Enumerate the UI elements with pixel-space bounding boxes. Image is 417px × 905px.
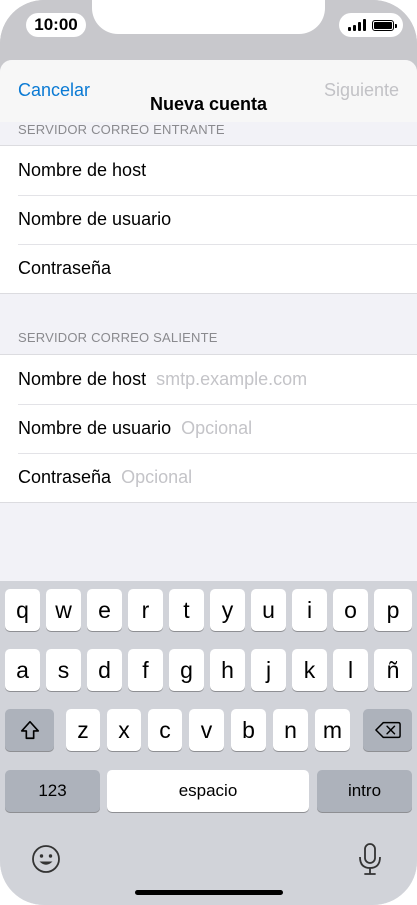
key-u[interactable]: u	[251, 589, 286, 631]
key-e[interactable]: e	[87, 589, 122, 631]
shift-key[interactable]	[5, 709, 54, 751]
key-h[interactable]: h	[210, 649, 245, 691]
key-c[interactable]: c	[148, 709, 182, 751]
key-o[interactable]: o	[333, 589, 368, 631]
shift-icon	[20, 720, 39, 740]
status-icons	[339, 13, 403, 37]
emoji-icon	[32, 845, 60, 873]
dictation-button[interactable]	[356, 841, 384, 882]
key-n[interactable]: n	[273, 709, 308, 751]
key-i[interactable]: i	[292, 589, 327, 631]
key-l[interactable]: l	[333, 649, 368, 691]
outgoing-host-field[interactable]: Nombre de host smtp.example.com	[0, 355, 417, 404]
key-v[interactable]: v	[189, 709, 224, 751]
host-placeholder: smtp.example.com	[156, 369, 308, 389]
outgoing-server-group: Nombre de host smtp.example.com Nombre d…	[0, 354, 417, 503]
key-a[interactable]: a	[5, 649, 40, 691]
status-time: 10:00	[26, 13, 86, 37]
phone-screen: 10:00 Cancelar Nueva cuenta Siguiente SE…	[0, 0, 417, 905]
field-label: Nombre de host	[18, 369, 147, 389]
field-label: Contraseña	[18, 258, 112, 278]
delete-icon	[374, 721, 401, 739]
key-y[interactable]: y	[210, 589, 245, 631]
key-q[interactable]: q	[5, 589, 40, 631]
key-m[interactable]: m	[315, 709, 350, 751]
keyboard: q w e r t y u i o p a s d f g h j k l ñ …	[0, 581, 417, 905]
key-w[interactable]: w	[46, 589, 81, 631]
space-key[interactable]: espacio	[107, 770, 309, 812]
key-b[interactable]: b	[231, 709, 266, 751]
field-label: Contraseña	[18, 467, 112, 487]
password-placeholder: Opcional	[121, 467, 193, 487]
outgoing-password-field[interactable]: Contraseña Opcional	[0, 453, 417, 502]
incoming-section-header: SERVIDOR CORREO ENTRANTE	[18, 122, 225, 137]
key-r[interactable]: r	[128, 589, 163, 631]
numbers-key[interactable]: 123	[5, 770, 100, 812]
field-label: Nombre de usuario	[18, 209, 172, 229]
field-label: Nombre de host	[18, 160, 147, 180]
key-d[interactable]: d	[87, 649, 122, 691]
key-f[interactable]: f	[128, 649, 163, 691]
key-g[interactable]: g	[169, 649, 204, 691]
battery-icon	[372, 19, 397, 31]
incoming-server-group: Nombre de host Nombre de usuario Contras…	[0, 145, 417, 294]
notch	[92, 0, 325, 34]
username-placeholder: Opcional	[181, 418, 253, 438]
outgoing-username-field[interactable]: Nombre de usuario Opcional	[0, 404, 417, 453]
incoming-username-field[interactable]: Nombre de usuario	[0, 195, 417, 244]
status-bar: 10:00	[0, 0, 417, 60]
signal-icon	[348, 19, 366, 31]
emoji-button[interactable]	[30, 843, 62, 880]
key-x[interactable]: x	[107, 709, 141, 751]
key-p[interactable]: p	[374, 589, 412, 631]
navigation-bar: Cancelar Nueva cuenta Siguiente	[0, 60, 417, 122]
incoming-host-field[interactable]: Nombre de host	[0, 146, 417, 195]
home-indicator[interactable]	[135, 890, 283, 895]
key-t[interactable]: t	[169, 589, 204, 631]
incoming-password-field[interactable]: Contraseña	[0, 244, 417, 293]
key-j[interactable]: j	[251, 649, 286, 691]
key-n-tilde[interactable]: ñ	[374, 649, 412, 691]
key-s[interactable]: s	[46, 649, 81, 691]
next-button[interactable]: Siguiente	[324, 80, 399, 101]
return-key[interactable]: intro	[317, 770, 412, 812]
key-k[interactable]: k	[292, 649, 327, 691]
key-z[interactable]: z	[66, 709, 100, 751]
field-label: Nombre de usuario	[18, 418, 172, 438]
delete-key[interactable]	[363, 709, 412, 751]
microphone-icon	[359, 843, 381, 875]
outgoing-section-header: SERVIDOR CORREO SALIENTE	[18, 330, 218, 345]
